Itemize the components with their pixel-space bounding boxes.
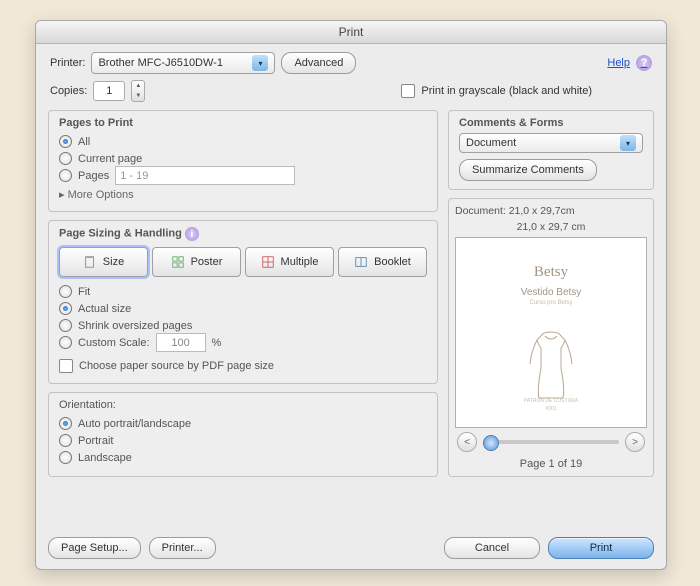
next-page-button[interactable]: > [625,432,645,452]
summarize-button[interactable]: Summarize Comments [459,159,597,181]
page-preview: Betsy Vestido Betsy Curso pro Betsy PATR… [455,237,647,428]
document-dimensions: Document: 21,0 x 29,7cm [455,205,647,217]
dress-icon [525,330,577,402]
page-size: 21,0 x 29,7 cm [455,221,647,233]
seg-size[interactable]: Size [59,247,148,277]
page-indicator: Page 1 of 19 [455,456,647,470]
grayscale-checkbox[interactable] [401,84,415,98]
copies-label: Copies: [50,85,87,97]
window-title: Print [36,21,666,44]
printer-select[interactable]: Brother MFC-J6510DW-1 ▾ [91,52,275,74]
poster-icon [171,255,185,269]
printer-value: Brother MFC-J6510DW-1 [98,57,223,69]
comments-group: Comments & Forms Document ▾ Summarize Co… [448,110,654,190]
zoom-slider[interactable] [483,440,619,444]
custom-scale-input[interactable]: 100 [156,333,206,352]
prev-page-button[interactable]: < [457,432,477,452]
shrink-radio[interactable]: Shrink oversized pages [59,317,427,334]
page-setup-button[interactable]: Page Setup... [48,537,141,559]
pages-title: Pages to Print [59,117,427,129]
help-icon: ? [636,55,652,71]
seg-booklet[interactable]: Booklet [338,247,427,277]
cancel-button[interactable]: Cancel [444,537,540,559]
seg-poster[interactable]: Poster [152,247,241,277]
pages-range-radio[interactable]: Pages 1 - 19 [59,167,427,184]
orientation-group: Orientation: Auto portrait/landscape Por… [48,392,438,477]
orientation-portrait-radio[interactable]: Portrait [59,432,427,449]
preview-sub: Curso pro Betsy [529,300,572,306]
more-options-disclosure[interactable]: ▸ More Options [59,188,427,201]
help-link[interactable]: Help ? [607,55,652,71]
preview-product: Vestido Betsy [521,287,582,298]
choose-source-checkbox[interactable] [59,359,73,373]
sizing-group: Page Sizing & Handling i Size Poster Mul… [48,220,438,384]
comments-dropdown[interactable]: Document ▾ [459,133,643,153]
grayscale-label: Print in grayscale (black and white) [421,85,592,97]
print-button[interactable]: Print [548,537,654,559]
pages-range-input[interactable]: 1 - 19 [115,166,295,185]
printer-label: Printer: [50,57,85,69]
pages-to-print-group: Pages to Print All Current page Pages 1 … [48,110,438,212]
orientation-title: Orientation: [59,399,427,411]
print-dialog: Print Printer: Brother MFC-J6510DW-1 ▾ A… [35,20,667,570]
multiple-icon [261,255,275,269]
dropdown-caret-icon: ▾ [252,55,268,71]
fit-radio[interactable]: Fit [59,283,427,300]
dropdown-caret-icon: ▾ [620,135,636,151]
size-icon [83,255,97,269]
preview-footer: PATRÓN DE COSTURA #001 [524,397,578,413]
copies-input[interactable]: 1 [93,81,125,101]
printer-button[interactable]: Printer... [149,537,216,559]
pages-current-radio[interactable]: Current page [59,150,427,167]
booklet-icon [354,255,368,269]
seg-multiple[interactable]: Multiple [245,247,334,277]
preview-brand: Betsy [534,264,568,281]
preview-panel: Document: 21,0 x 29,7cm 21,0 x 29,7 cm B… [448,198,654,477]
choose-source-label: Choose paper source by PDF page size [79,360,274,372]
pages-all-radio[interactable]: All [59,133,427,150]
copies-stepper[interactable]: ▲▼ [131,80,145,102]
comments-title: Comments & Forms [459,117,643,129]
info-icon[interactable]: i [185,227,199,241]
actual-size-radio[interactable]: Actual size [59,300,427,317]
sizing-title: Page Sizing & Handling i [59,227,427,241]
custom-scale-radio[interactable]: Custom Scale: 100 % [59,334,427,351]
orientation-landscape-radio[interactable]: Landscape [59,449,427,466]
advanced-button[interactable]: Advanced [281,52,356,74]
orientation-auto-radio[interactable]: Auto portrait/landscape [59,415,427,432]
